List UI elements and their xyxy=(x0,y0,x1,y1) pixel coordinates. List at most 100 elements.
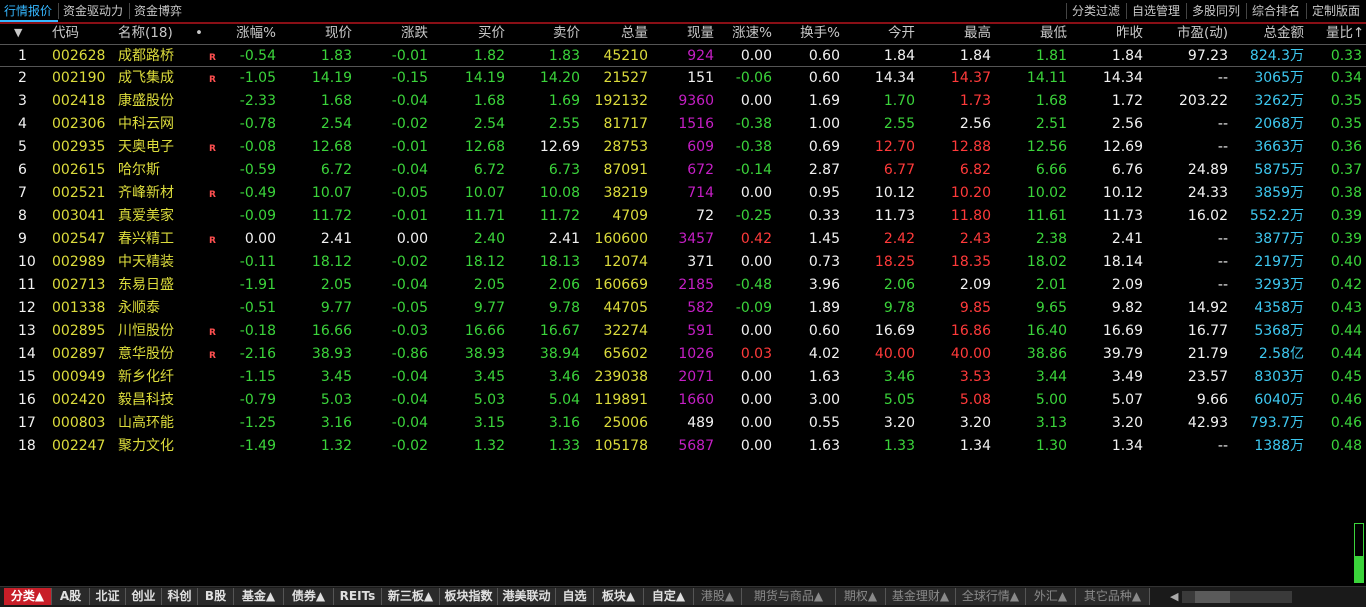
cell-volume: 21527 xyxy=(603,70,648,86)
header-bid[interactable]: 买价 xyxy=(435,22,505,44)
bottom-tab[interactable]: 全球行情▲ xyxy=(956,588,1026,605)
header-low[interactable]: 最低 xyxy=(997,22,1067,44)
header-change[interactable]: 涨跌 xyxy=(358,22,428,44)
table-row[interactable]: 9 002547 春兴精工 0.00 2.41 0.00 2.40 2.41 160600 345… xyxy=(0,228,1366,251)
bottom-tab[interactable]: 港美联动 xyxy=(498,588,556,605)
cell-change: -0.04 xyxy=(391,277,428,293)
cell-name: 春兴精工 xyxy=(118,231,174,247)
header-name[interactable]: 名称(18) xyxy=(118,22,173,44)
header-turnover[interactable]: 换手% xyxy=(770,22,840,44)
bottom-tab[interactable]: 外汇▲ xyxy=(1026,588,1076,605)
cell-bid: 3.45 xyxy=(473,369,505,385)
custom-layout-button[interactable]: 定制版面 xyxy=(1307,0,1365,22)
cell-low: 2.01 xyxy=(1035,277,1067,293)
scroll-left-arrow-icon[interactable]: ◀ xyxy=(1170,588,1178,605)
table-row[interactable]: 15 000949 新乡化纤 -1.15 3.45 -0.04 3.45 3.46 239038… xyxy=(0,366,1366,389)
header-code[interactable]: 代码 xyxy=(52,22,79,44)
cell-high: 10.20 xyxy=(950,185,991,201)
header-pe[interactable]: 市盈(动) xyxy=(1158,22,1228,44)
bottom-tab[interactable]: 期货与商品▲ xyxy=(742,588,836,605)
header-prev-close[interactable]: 昨收 xyxy=(1073,22,1143,44)
table-row[interactable]: 8 003041 真爱美家 -0.09 11.72 -0.01 11.71 11.72 4709… xyxy=(0,205,1366,228)
table-row[interactable]: 10 002989 中天精装 -0.11 18.12 -0.02 18.12 18.13 120… xyxy=(0,251,1366,274)
header-amount[interactable]: 总金额 xyxy=(1234,22,1305,44)
tab-fund-game[interactable]: 资金博弈 xyxy=(130,0,190,22)
cell-ask: 1.33 xyxy=(548,438,580,454)
table-row[interactable]: 16 002420 毅昌科技 -0.79 5.03 -0.04 5.03 5.04 119891… xyxy=(0,389,1366,412)
bottom-tab[interactable]: 分类▲ xyxy=(4,588,52,605)
table-row[interactable]: 13 002895 川恒股份 -0.18 16.66 -0.03 16.66 16.67 322… xyxy=(0,320,1366,343)
bottom-tab[interactable]: 创业 xyxy=(126,588,162,605)
watchlist-manage-button[interactable]: 自选管理 xyxy=(1127,0,1185,22)
header-vol-ratio[interactable]: 量比↑ xyxy=(1326,22,1364,44)
cell-prev-close: 3.49 xyxy=(1111,369,1143,385)
cell-vol-ratio: 0.44 xyxy=(1330,346,1362,362)
cell-name: 成飞集成 xyxy=(118,70,174,86)
bottom-tab[interactable]: 北证 xyxy=(90,588,126,605)
cell-speed: 0.00 xyxy=(740,185,772,201)
cell-code: 002418 xyxy=(52,93,106,109)
table-row[interactable]: 2 002190 成飞集成 -1.05 14.19 -0.15 14.19 14.20 2152… xyxy=(0,67,1366,90)
bottom-tab[interactable]: 新三板▲ xyxy=(382,588,440,605)
table-row[interactable]: 18 002247 聚力文化 -1.49 1.32 -0.02 1.32 1.33 105178… xyxy=(0,435,1366,458)
cell-ask: 9.78 xyxy=(548,300,580,316)
tab-fund-driver[interactable]: 资金驱动力 xyxy=(59,0,129,22)
table-row[interactable]: 12 001338 永顺泰 -0.51 9.77 -0.05 9.77 9.78 44705 58… xyxy=(0,297,1366,320)
cell-price: 16.66 xyxy=(311,323,352,339)
cell-price: 14.19 xyxy=(311,70,352,86)
header-speed[interactable]: 涨速% xyxy=(702,22,772,44)
cell-open: 2.06 xyxy=(883,277,915,293)
cell-high: 1.34 xyxy=(959,438,991,454)
filter-category-button[interactable]: 分类过滤 xyxy=(1067,0,1125,22)
ranking-button[interactable]: 综合排名 xyxy=(1247,0,1305,22)
bottom-tab[interactable]: 基金理财▲ xyxy=(886,588,956,605)
bottom-tab[interactable]: 港股▲ xyxy=(694,588,742,605)
table-row[interactable]: 1 002628 成都路桥 -0.54 1.83 -0.01 1.82 1.83 45210 92… xyxy=(0,44,1366,67)
table-row[interactable]: 14 002897 意华股份 -2.16 38.93 -0.86 38.93 38.94 656… xyxy=(0,343,1366,366)
table-row[interactable]: 3 002418 康盛股份 -2.33 1.68 -0.04 1.68 1.69 192132 9… xyxy=(0,90,1366,113)
bottom-tab[interactable]: 债券▲ xyxy=(284,588,334,605)
bottom-tab[interactable]: 其它品种▲ xyxy=(1076,588,1150,605)
cell-index: 5 xyxy=(18,139,27,155)
cell-name: 东易日盛 xyxy=(118,277,174,293)
multi-stock-button[interactable]: 多股同列 xyxy=(1187,0,1245,22)
bottom-tab[interactable]: 自选 xyxy=(556,588,594,605)
table-row[interactable]: 5 002935 天奥电子 -0.08 12.68 -0.01 12.68 12.69 2875… xyxy=(0,136,1366,159)
cell-high: 9.85 xyxy=(959,300,991,316)
bottom-tab[interactable]: 板块▲ xyxy=(594,588,644,605)
cell-name: 天奥电子 xyxy=(118,139,174,155)
cell-high: 40.00 xyxy=(950,346,991,362)
bottom-tab[interactable]: 自定▲ xyxy=(644,588,694,605)
cell-open: 6.77 xyxy=(883,162,915,178)
bottom-tab[interactable]: 科创 xyxy=(162,588,198,605)
table-row[interactable]: 17 000803 山高环能 -1.25 3.16 -0.04 3.15 3.16 25006 4… xyxy=(0,412,1366,435)
table-row[interactable]: 4 002306 中科云网 -0.78 2.54 -0.02 2.54 2.55 81717 15… xyxy=(0,113,1366,136)
cell-speed: 0.00 xyxy=(740,323,772,339)
bottom-tab[interactable]: 期权▲ xyxy=(836,588,886,605)
bottom-tab[interactable]: 板块指数 xyxy=(440,588,498,605)
header-high[interactable]: 最高 xyxy=(921,22,991,44)
table-row[interactable]: 11 002713 东易日盛 -1.91 2.05 -0.04 2.05 2.06 160669… xyxy=(0,274,1366,297)
cell-pct: -2.33 xyxy=(239,93,276,109)
cell-open: 11.73 xyxy=(874,208,915,224)
header-price[interactable]: 现价 xyxy=(282,22,352,44)
tab-quotes[interactable]: 行情报价 xyxy=(0,0,58,22)
cell-code: 002306 xyxy=(52,116,106,132)
cell-prev-close: 3.20 xyxy=(1111,415,1143,431)
table-row[interactable]: 6 002615 哈尔斯 -0.59 6.72 -0.04 6.72 6.73 87091 672… xyxy=(0,159,1366,182)
sort-arrow-icon[interactable]: ▼ xyxy=(14,22,22,44)
cell-vol-ratio: 0.36 xyxy=(1330,139,1362,155)
cell-code: 002615 xyxy=(52,162,106,178)
table-row[interactable]: 7 002521 齐峰新材 -0.49 10.07 -0.05 10.07 10.08 3821… xyxy=(0,182,1366,205)
header-pct[interactable]: 涨幅% xyxy=(206,22,276,44)
cell-volume: 38219 xyxy=(603,185,648,201)
header-ask[interactable]: 卖价 xyxy=(510,22,580,44)
bottom-tab[interactable]: A股 xyxy=(52,588,90,605)
scrollbar-thumb[interactable] xyxy=(1195,591,1230,603)
header-volume[interactable]: 总量 xyxy=(578,22,648,44)
cell-ask: 11.72 xyxy=(539,208,580,224)
bottom-tab[interactable]: REITs xyxy=(334,588,382,605)
header-open[interactable]: 今开 xyxy=(845,22,915,44)
bottom-tab[interactable]: B股 xyxy=(198,588,234,605)
bottom-tab[interactable]: 基金▲ xyxy=(234,588,284,605)
